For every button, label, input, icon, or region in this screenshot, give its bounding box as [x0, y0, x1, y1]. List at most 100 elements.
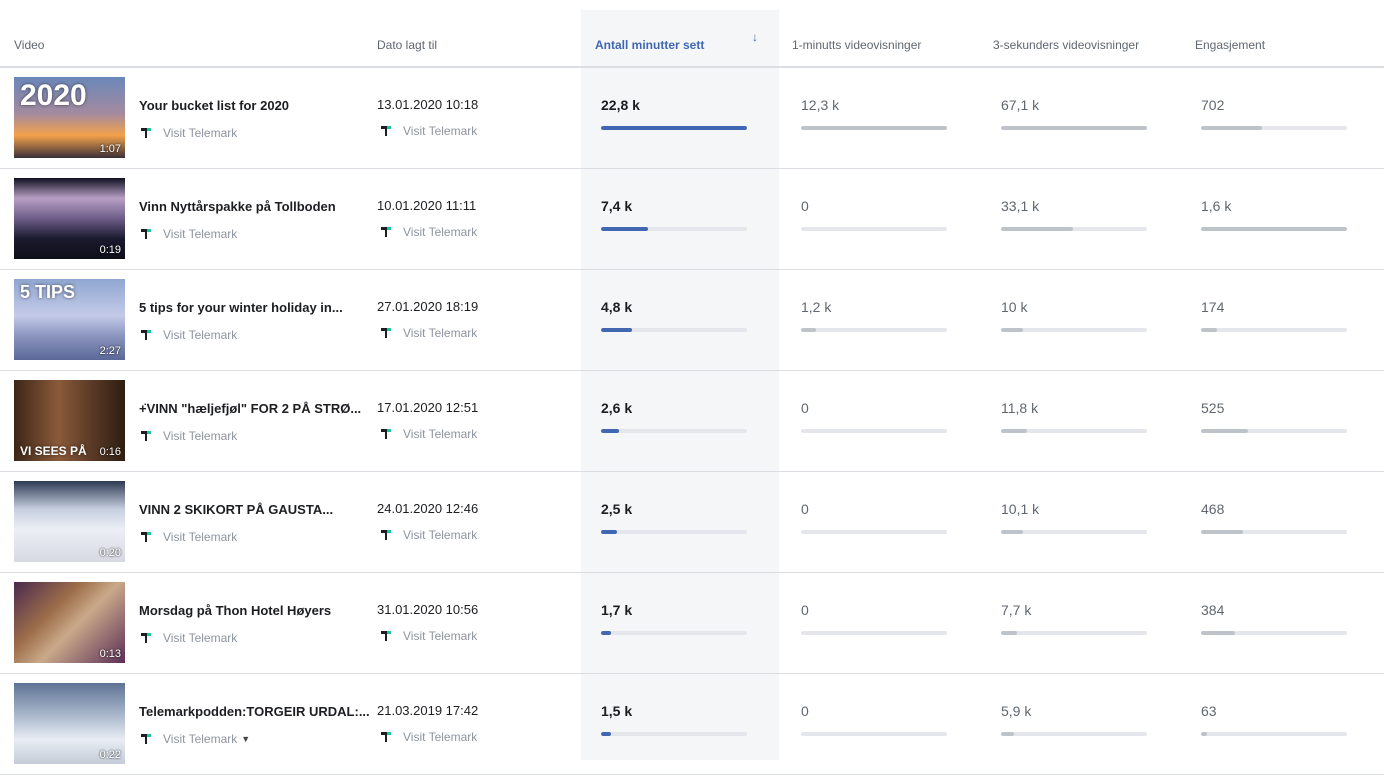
engagement-value: 525 [1201, 400, 1225, 416]
three-sec-views-bar [1001, 631, 1147, 635]
video-title[interactable]: Vinn Nyttårspakke på Tollboden [139, 199, 336, 214]
three-sec-views-bar [1001, 732, 1147, 736]
page-name: Visit Telemark [163, 732, 238, 746]
one-min-views-bar [801, 732, 947, 736]
three-sec-views-value: 10,1 k [1001, 501, 1040, 517]
one-min-views-bar [801, 126, 947, 130]
page-attribution[interactable]: Visit Telemark [139, 328, 237, 342]
video-thumbnail[interactable]: 5 TIPS 2:27 [14, 279, 125, 360]
visit-telemark-logo-icon [139, 429, 153, 443]
column-header-video[interactable]: Video [14, 38, 44, 52]
video-title[interactable]: 5 tips for your winter holiday in... [139, 300, 343, 315]
date-page-attribution: Visit Telemark [379, 730, 477, 744]
page-name: Visit Telemark [403, 326, 478, 340]
page-name: Visit Telemark [163, 328, 238, 342]
engagement-bar [1201, 126, 1347, 130]
column-header-three-sec[interactable]: 3-sekunders videovisninger [993, 38, 1139, 52]
video-thumbnail[interactable]: 0:19 [14, 178, 125, 259]
video-thumbnail[interactable]: 0:13 [14, 582, 125, 663]
table-row[interactable]: VI SEES PÅ 0:16 +̈VINN "hæljefjøl" FOR 2 P… [0, 370, 1384, 472]
visit-telemark-logo-icon [379, 326, 393, 340]
table-row[interactable]: 2020 1:07 Your bucket list for 2020 Visit T… [0, 67, 1384, 169]
page-attribution[interactable]: Visit Telemark [139, 126, 237, 140]
caret-down-icon[interactable]: ▼ [241, 734, 250, 744]
visit-telemark-logo-icon [139, 328, 153, 342]
page-name: Visit Telemark [163, 429, 238, 443]
one-min-views-value: 0 [801, 400, 809, 416]
visit-telemark-logo-icon [139, 732, 153, 746]
video-thumbnail[interactable]: 2020 1:07 [14, 77, 125, 158]
thumbnail-text: 5 TIPS [20, 282, 76, 302]
three-sec-views-value: 33,1 k [1001, 198, 1040, 214]
page-attribution[interactable]: Visit Telemark [139, 227, 237, 241]
visit-telemark-logo-icon [379, 528, 393, 542]
page-name: Visit Telemark [403, 427, 478, 441]
date-page-attribution: Visit Telemark [379, 629, 477, 643]
page-attribution[interactable]: Visit Telemark [139, 631, 237, 645]
video-thumbnail[interactable]: 0:20 [14, 481, 125, 562]
minutes-viewed-value: 2,6 k [601, 400, 633, 416]
page-attribution[interactable]: Visit Telemark [139, 429, 237, 443]
video-title[interactable]: Morsdag på Thon Hotel Høyers [139, 603, 331, 618]
engagement-value: 174 [1201, 299, 1225, 315]
three-sec-views-value: 10 k [1001, 299, 1028, 315]
table-row[interactable]: 0:19 Vinn Nyttårspakke på Tollboden Visit … [0, 168, 1384, 270]
minutes-viewed-value: 1,7 k [601, 602, 633, 618]
video-duration: 0:13 [99, 648, 121, 660]
date-added: 24.01.2020 12:46 [377, 501, 479, 516]
visit-telemark-logo-icon [139, 126, 153, 140]
column-header-engagement[interactable]: Engasjement [1195, 38, 1265, 52]
column-header-date[interactable]: Dato lagt til [377, 38, 437, 52]
page-name: Visit Telemark [163, 227, 238, 241]
page-name: Visit Telemark [163, 126, 238, 140]
video-title[interactable]: VINN 2 SKIKORT PÅ GAUSTA... [139, 502, 333, 517]
thumbnail-text: VI SEES PÅ [20, 444, 87, 458]
column-header-minutes[interactable]: Antall minutter sett [595, 38, 704, 52]
visit-telemark-logo-icon [379, 629, 393, 643]
page-attribution[interactable]: Visit Telemark [139, 530, 237, 544]
video-duration: 0:20 [99, 547, 121, 559]
visit-telemark-logo-icon [139, 530, 153, 544]
visit-telemark-logo-icon [139, 631, 153, 645]
page-name: Visit Telemark [403, 225, 478, 239]
table-row[interactable]: 0:20 VINN 2 SKIKORT PÅ GAUSTA... Visit Tel… [0, 471, 1384, 573]
date-added: 10.01.2020 11:11 [377, 198, 477, 213]
column-header-one-min[interactable]: 1-minutts videovisninger [792, 38, 921, 52]
three-sec-views-bar [1001, 227, 1147, 231]
engagement-value: 1,6 k [1201, 198, 1232, 214]
date-page-attribution: Visit Telemark [379, 225, 477, 239]
three-sec-views-value: 7,7 k [1001, 602, 1032, 618]
video-title[interactable]: +̈VINN "hæljefjøl" FOR 2 PÅ STRØ... [139, 401, 361, 416]
one-min-views-bar [801, 631, 947, 635]
video-title[interactable]: Telemarkpodden:TORGEIR URDAL:... [139, 704, 370, 719]
engagement-value: 63 [1201, 703, 1217, 719]
date-added: 17.01.2020 12:51 [377, 400, 479, 415]
visit-telemark-logo-icon [379, 225, 393, 239]
minutes-viewed-bar [601, 631, 747, 635]
date-page-attribution: Visit Telemark [379, 427, 477, 441]
engagement-bar [1201, 227, 1347, 231]
page-name: Visit Telemark [403, 629, 478, 643]
one-min-views-value: 0 [801, 501, 809, 517]
one-min-views-value: 1,2 k [801, 299, 832, 315]
video-thumbnail[interactable]: 0:22 [14, 683, 125, 764]
minutes-viewed-value: 1,5 k [601, 703, 633, 719]
date-added: 27.01.2020 18:19 [377, 299, 479, 314]
date-page-attribution: Visit Telemark [379, 326, 477, 340]
three-sec-views-value: 5,9 k [1001, 703, 1032, 719]
visit-telemark-logo-icon [379, 124, 393, 138]
table-row[interactable]: 5 TIPS 2:27 5 tips for your winter holiday… [0, 269, 1384, 371]
video-thumbnail[interactable]: VI SEES PÅ 0:16 [14, 380, 125, 461]
date-added: 21.03.2019 17:42 [377, 703, 479, 718]
table-row[interactable]: 0:13 Morsdag på Thon Hotel Høyers Visit Te… [0, 572, 1384, 674]
one-min-views-value: 0 [801, 198, 809, 214]
one-min-views-value: 0 [801, 602, 809, 618]
page-attribution[interactable]: Visit Telemark ▼ [139, 732, 250, 746]
video-title[interactable]: Your bucket list for 2020 [139, 98, 289, 113]
arrow-down-icon[interactable]: ↓ [752, 30, 758, 44]
minutes-viewed-bar [601, 227, 747, 231]
engagement-bar [1201, 530, 1347, 534]
one-min-views-bar [801, 429, 947, 433]
page-name: Visit Telemark [403, 730, 478, 744]
minutes-viewed-value: 22,8 k [601, 97, 640, 113]
